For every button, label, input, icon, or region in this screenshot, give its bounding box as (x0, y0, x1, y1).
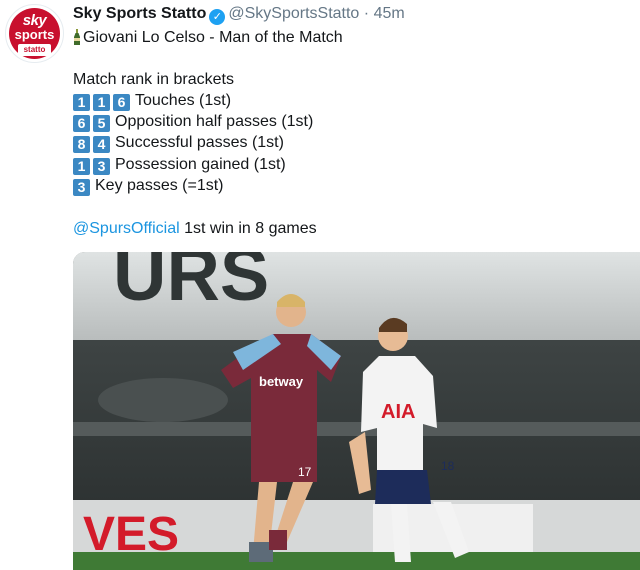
display-name[interactable]: Sky Sports Statto (73, 5, 206, 22)
stat-label: Key passes (=1st) (95, 176, 224, 194)
stat-row: 8 4 Successful passes (1st) (73, 134, 284, 154)
left-shirt-sponsor: betway (259, 374, 304, 389)
avatar-statto-text: statto (18, 44, 51, 56)
keycap-digit-icon: 1 (73, 157, 90, 175)
avatar[interactable]: sky sports statto (5, 4, 64, 63)
separator: · (363, 5, 370, 22)
tweet-header: Sky Sports Statto ✓ @SkySportsStatto · 45m (73, 5, 405, 25)
avatar-logo: sky sports statto (9, 8, 60, 59)
stat-label: Touches (1st) (135, 92, 232, 109)
mention-link[interactable]: @SpursOfficial (73, 220, 180, 237)
stat-label: Successful passes (1st) (115, 134, 284, 152)
timestamp[interactable]: 45m (374, 5, 405, 22)
tweet-photo[interactable]: URS VES betway 17 AIA 18 (73, 252, 640, 570)
tweet-footer: @SpursOfficial 1st win in 8 games (73, 220, 317, 238)
verified-badge-icon: ✓ (209, 9, 226, 25)
keycap-digit-icon: 8 (73, 136, 90, 154)
keycap-digit-icon: 4 (93, 136, 110, 154)
keycap-digit-icon: 3 (73, 178, 90, 196)
stat-label: Possession gained (1st) (115, 155, 286, 173)
stat-label: Opposition half passes (1st) (115, 113, 314, 131)
keycap-digit-icon: 1 (73, 94, 90, 111)
keycap-digit-icon: 1 (93, 94, 110, 111)
headline-text: Giovani Lo Celso - Man of the Match (83, 29, 343, 46)
keycap-digit-icon: 6 (113, 94, 130, 111)
stadium-letters: URS (113, 252, 269, 316)
right-shirt-number: 18 (441, 459, 455, 473)
stat-row: 6 5 Opposition half passes (1st) (73, 113, 314, 133)
keycap-digit-icon: 6 (73, 115, 90, 133)
stats-intro: Match rank in brackets (73, 71, 234, 88)
footer-text: 1st win in 8 games (179, 220, 317, 237)
right-shirt-sponsor: AIA (381, 401, 415, 423)
stat-row: 3 Key passes (=1st) (73, 177, 224, 196)
left-shirt-number: 17 (298, 465, 312, 479)
stat-row: 1 3 Possession gained (1st) (73, 156, 286, 175)
handle[interactable]: @SkySportsStatto (228, 5, 359, 22)
avatar-sports-text: sports (14, 27, 55, 42)
stat-row: 1 1 6 Touches (1st) (73, 92, 231, 111)
champagne-bottle-icon (74, 29, 80, 45)
keycap-digit-icon: 3 (93, 157, 110, 175)
keycap-digit-icon: 5 (93, 115, 110, 133)
match-photo-illustration: URS VES betway 17 AIA 18 (73, 252, 640, 570)
tweet-headline: Giovani Lo Celso - Man of the Match (73, 29, 343, 47)
